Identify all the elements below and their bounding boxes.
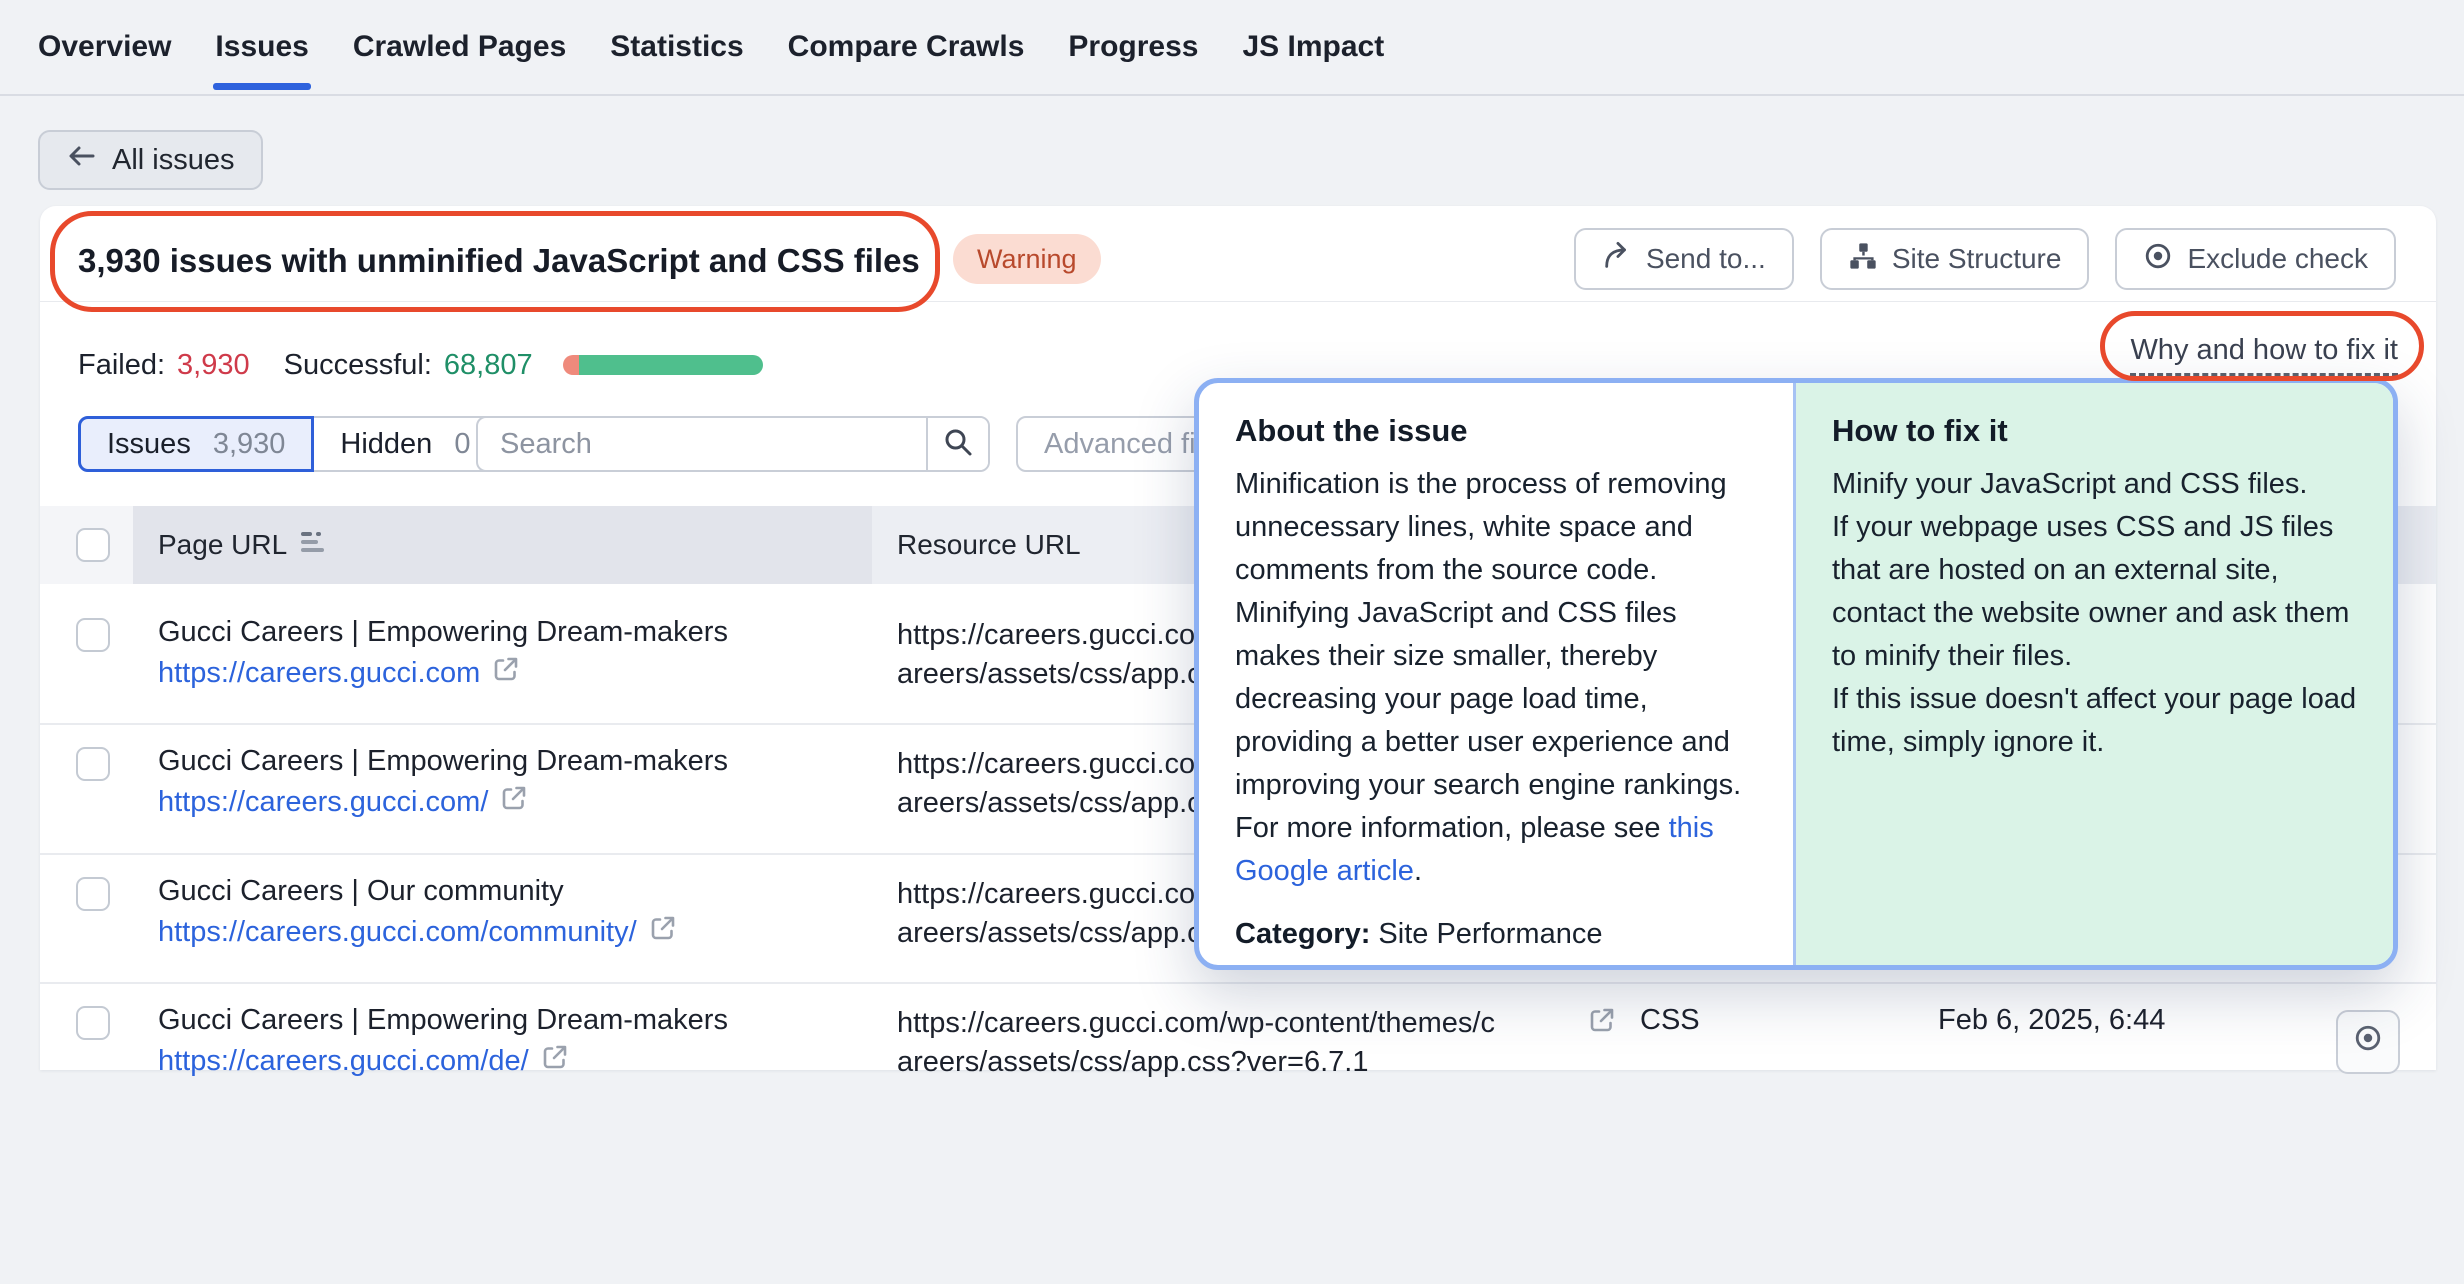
send-icon xyxy=(1602,241,1632,278)
check-stats: Failed: 3,930 Successful: 68,807 xyxy=(78,344,763,386)
tab-issues[interactable]: Issues xyxy=(215,30,308,64)
column-resource-url[interactable]: Resource URL xyxy=(897,506,1081,584)
issues-hidden-switch: Issues 3,930 Hidden 0 xyxy=(78,416,498,472)
page-title: Gucci Careers | Empowering Dream-makers xyxy=(158,745,728,778)
resource-url-column-label: Resource URL xyxy=(897,529,1081,561)
about-heading: About the issue xyxy=(1235,413,1757,449)
tab-crawled-pages[interactable]: Crawled Pages xyxy=(353,30,566,64)
site-structure-button[interactable]: Site Structure xyxy=(1820,228,2090,290)
issue-title: 3,930 issues with unminified JavaScript … xyxy=(78,242,920,280)
external-link-icon xyxy=(500,784,528,820)
resource-type: CSS xyxy=(1640,1004,1700,1037)
about-the-issue-panel: About the issue Minification is the proc… xyxy=(1199,383,1796,965)
page-title: Gucci Careers | Empowering Dream-makers xyxy=(158,1004,728,1037)
issues-segment-count: 3,930 xyxy=(213,428,286,461)
site-structure-icon xyxy=(1848,241,1878,278)
fix-text-line3: If this issue doesn't affect your page l… xyxy=(1832,678,2357,764)
failed-successful-ratio-bar xyxy=(563,355,763,375)
about-text-body: Minification is the process of removing … xyxy=(1235,468,1741,844)
page-url-text: https://careers.gucci.com/ xyxy=(158,786,488,819)
search-box xyxy=(476,416,990,472)
about-text: Minification is the process of removing … xyxy=(1235,463,1757,893)
successful-value: 68,807 xyxy=(444,349,533,382)
discovered-date: Feb 6, 2025, 6:44 xyxy=(1938,1004,2165,1037)
page-title: Gucci Careers | Our community xyxy=(158,875,564,908)
category-value: Site Performance xyxy=(1370,918,1602,950)
successful-label: Successful: xyxy=(284,349,432,382)
why-and-how-to-fix-link[interactable]: Why and how to fix it xyxy=(2130,334,2398,376)
how-to-fix-panel: How to fix it Minify your JavaScript and… xyxy=(1796,383,2393,965)
tab-js-impact[interactable]: JS Impact xyxy=(1242,30,1384,64)
external-link-icon xyxy=(492,655,520,691)
hidden-segment-label: Hidden xyxy=(340,428,432,461)
resource-url: https://careers.gucci.com/wp-content/the… xyxy=(897,1004,1517,1082)
search-button[interactable] xyxy=(926,418,988,470)
page-url-link[interactable]: https://careers.gucci.com xyxy=(158,655,520,691)
resource-url-line2: areers/assets/css/app.css?ver=6.7.1 xyxy=(897,1043,1517,1082)
fix-text-line2: If your webpage uses CSS and JS files th… xyxy=(1832,506,2357,678)
page-url-text: https://careers.gucci.com xyxy=(158,657,480,690)
page-url-link[interactable]: https://careers.gucci.com/community/ xyxy=(158,914,677,950)
row-checkbox[interactable] xyxy=(76,877,110,911)
category-line: Category: Site Performance xyxy=(1235,913,1757,956)
tab-compare-crawls[interactable]: Compare Crawls xyxy=(788,30,1025,64)
page-url-text: https://careers.gucci.com/de/ xyxy=(158,1045,529,1078)
external-link-icon xyxy=(541,1043,569,1079)
page-url-link[interactable]: https://careers.gucci.com/de/ xyxy=(158,1043,569,1079)
send-to-label: Send to... xyxy=(1646,243,1766,275)
failed-value: 3,930 xyxy=(177,349,250,382)
tab-overview[interactable]: Overview xyxy=(38,30,171,64)
category-label: Category: xyxy=(1235,918,1370,950)
issues-segment[interactable]: Issues 3,930 xyxy=(78,416,314,472)
why-how-to-fix-popup: About the issue Minification is the proc… xyxy=(1194,378,2398,970)
arrow-left-icon xyxy=(66,142,96,178)
external-link-icon xyxy=(649,914,677,950)
table-row: Gucci Careers | Empowering Dream-makers … xyxy=(40,984,2436,1284)
issues-segment-label: Issues xyxy=(107,428,191,461)
ratio-failed-segment xyxy=(563,355,579,375)
sort-icon xyxy=(301,529,331,562)
page-url-link[interactable]: https://careers.gucci.com/ xyxy=(158,784,528,820)
hide-issue-button[interactable] xyxy=(2336,1010,2400,1074)
tab-statistics[interactable]: Statistics xyxy=(610,30,743,64)
row-checkbox[interactable] xyxy=(76,618,110,652)
exclude-check-label: Exclude check xyxy=(2187,243,2368,275)
search-input[interactable] xyxy=(478,418,926,470)
hidden-segment-count: 0 xyxy=(454,428,470,461)
select-all-checkbox[interactable] xyxy=(76,528,110,562)
card-actions: Send to... Site Structure E xyxy=(1574,228,2396,290)
column-page-url[interactable]: Page URL xyxy=(158,506,331,584)
all-issues-back-button[interactable]: All issues xyxy=(38,130,263,190)
eye-icon xyxy=(2353,1023,2383,1061)
fix-heading: How to fix it xyxy=(1832,413,2357,449)
external-link-icon[interactable] xyxy=(1588,1006,1616,1042)
exclude-check-icon xyxy=(2143,241,2173,278)
row-checkbox[interactable] xyxy=(76,1006,110,1040)
top-navigation: Overview Issues Crawled Pages Statistics… xyxy=(0,0,2464,96)
fix-text-line1: Minify your JavaScript and CSS files. xyxy=(1832,463,2357,506)
send-to-button[interactable]: Send to... xyxy=(1574,228,1794,290)
resource-url-line1: https://careers.gucci.com/wp-content/the… xyxy=(897,1004,1517,1043)
search-icon xyxy=(942,426,974,463)
warning-badge: Warning xyxy=(953,234,1101,284)
tab-progress[interactable]: Progress xyxy=(1068,30,1198,64)
header-divider xyxy=(40,301,2436,302)
hidden-segment[interactable]: Hidden 0 xyxy=(314,416,498,472)
all-issues-label: All issues xyxy=(112,144,235,177)
row-checkbox[interactable] xyxy=(76,747,110,781)
ratio-successful-segment xyxy=(579,355,763,375)
about-text-period: . xyxy=(1414,855,1422,887)
page-url-column-label: Page URL xyxy=(158,529,287,561)
page-url-text: https://careers.gucci.com/community/ xyxy=(158,916,637,949)
page-title: Gucci Careers | Empowering Dream-makers xyxy=(158,616,728,649)
site-structure-label: Site Structure xyxy=(1892,243,2062,275)
failed-label: Failed: xyxy=(78,349,165,382)
exclude-check-button[interactable]: Exclude check xyxy=(2115,228,2396,290)
